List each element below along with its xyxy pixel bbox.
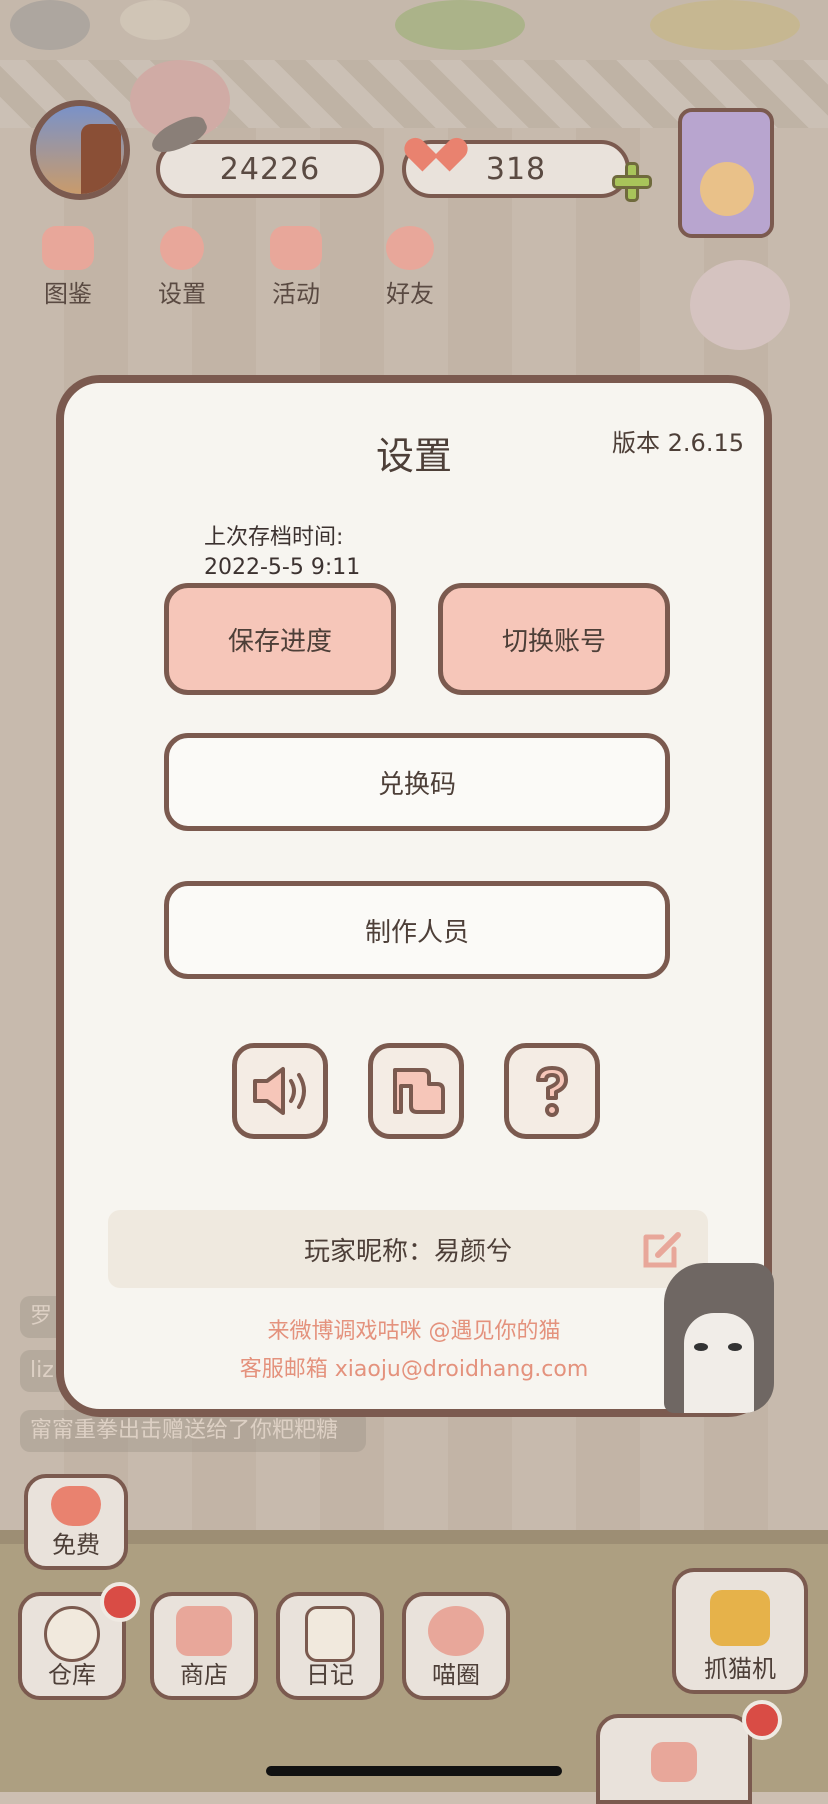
sound-icon [253, 1067, 306, 1115]
claw-machine-button[interactable]: 抓猫机 [672, 1568, 808, 1694]
cat-planet-icon [428, 1606, 484, 1656]
claw-machine-label: 抓猫机 [704, 1655, 776, 1683]
warehouse-notification-badge [100, 1582, 140, 1622]
support-email[interactable]: 客服邮箱 xiaoju@droidhang.com [64, 1351, 764, 1383]
warehouse-label: 仓库 [48, 1661, 96, 1689]
free-label: 免费 [52, 1531, 100, 1559]
fish-count: 24226 [219, 151, 321, 187]
redeem-code-button[interactable]: 兑换码 [164, 733, 670, 831]
events-label: 活动 [272, 280, 320, 308]
shop-icon [176, 1606, 232, 1656]
player-avatar[interactable] [30, 100, 130, 200]
cat-photo [664, 1263, 774, 1413]
help-icon [536, 1066, 568, 1117]
heart-count: 318 [485, 151, 547, 187]
nickname-label: 玩家昵称：易颜兮 [303, 1236, 512, 1267]
nickname-field[interactable]: 玩家昵称：易颜兮 [108, 1210, 708, 1288]
diary-label: 日记 [306, 1661, 354, 1689]
shop-label: 商店 [180, 1661, 228, 1689]
cat-circle-label: 喵圈 [432, 1661, 480, 1689]
sound-toggle-button[interactable] [232, 1043, 328, 1139]
diary-icon [305, 1606, 355, 1662]
claw-icon [710, 1590, 770, 1646]
home-notification-badge [742, 1700, 782, 1740]
friends-label: 好友 [386, 280, 434, 308]
settings-label: 设置 [158, 280, 206, 308]
gear-icon [160, 226, 204, 270]
house-icon [651, 1742, 697, 1782]
home-button[interactable] [596, 1714, 752, 1804]
friends-button[interactable]: 好友 [360, 226, 460, 309]
events-button[interactable]: 活动 [246, 226, 346, 309]
free-hearts-button[interactable]: 免费 [24, 1474, 128, 1570]
collection-label: 图鉴 [44, 280, 92, 308]
fish-currency-counter: 24226 [156, 140, 384, 198]
settings-dialog: 设置 版本 2.6.15 上次存档时间: 2022-5-5 9:11 保存进度 … [56, 375, 774, 1417]
shop-button[interactable]: 商店 [150, 1592, 258, 1700]
friends-icon [386, 226, 434, 270]
switch-account-button[interactable]: 切换账号 [438, 583, 670, 695]
edit-icon[interactable] [640, 1227, 684, 1271]
save-progress-button[interactable]: 保存进度 [164, 583, 396, 695]
gift-icon [270, 226, 322, 270]
last-save-info: 上次存档时间: 2022-5-5 9:11 [204, 523, 360, 583]
music-icon [393, 1068, 445, 1114]
credits-button[interactable]: 制作人员 [164, 881, 670, 979]
help-button[interactable] [504, 1043, 600, 1139]
settings-button[interactable]: 设置 [132, 226, 232, 309]
character-card[interactable] [678, 108, 774, 238]
add-hearts-plus-icon[interactable] [612, 162, 652, 202]
warehouse-icon [44, 1606, 100, 1662]
version-label: 版本 2.6.15 [612, 429, 744, 457]
cat-circle-button[interactable]: 喵圈 [402, 1592, 510, 1700]
last-save-label: 上次存档时间: [204, 525, 344, 550]
heart-icon [51, 1486, 101, 1526]
last-save-time: 2022-5-5 9:11 [204, 555, 361, 580]
collection-icon [42, 226, 94, 270]
music-toggle-button[interactable] [368, 1043, 464, 1139]
collection-button[interactable]: 图鉴 [18, 226, 118, 309]
heart-icon [416, 124, 456, 160]
weibo-link[interactable]: 来微博调戏咕咪 @遇见你的猫 [64, 1313, 764, 1345]
home-indicator-bar[interactable] [266, 1766, 562, 1776]
diary-button[interactable]: 日记 [276, 1592, 384, 1700]
